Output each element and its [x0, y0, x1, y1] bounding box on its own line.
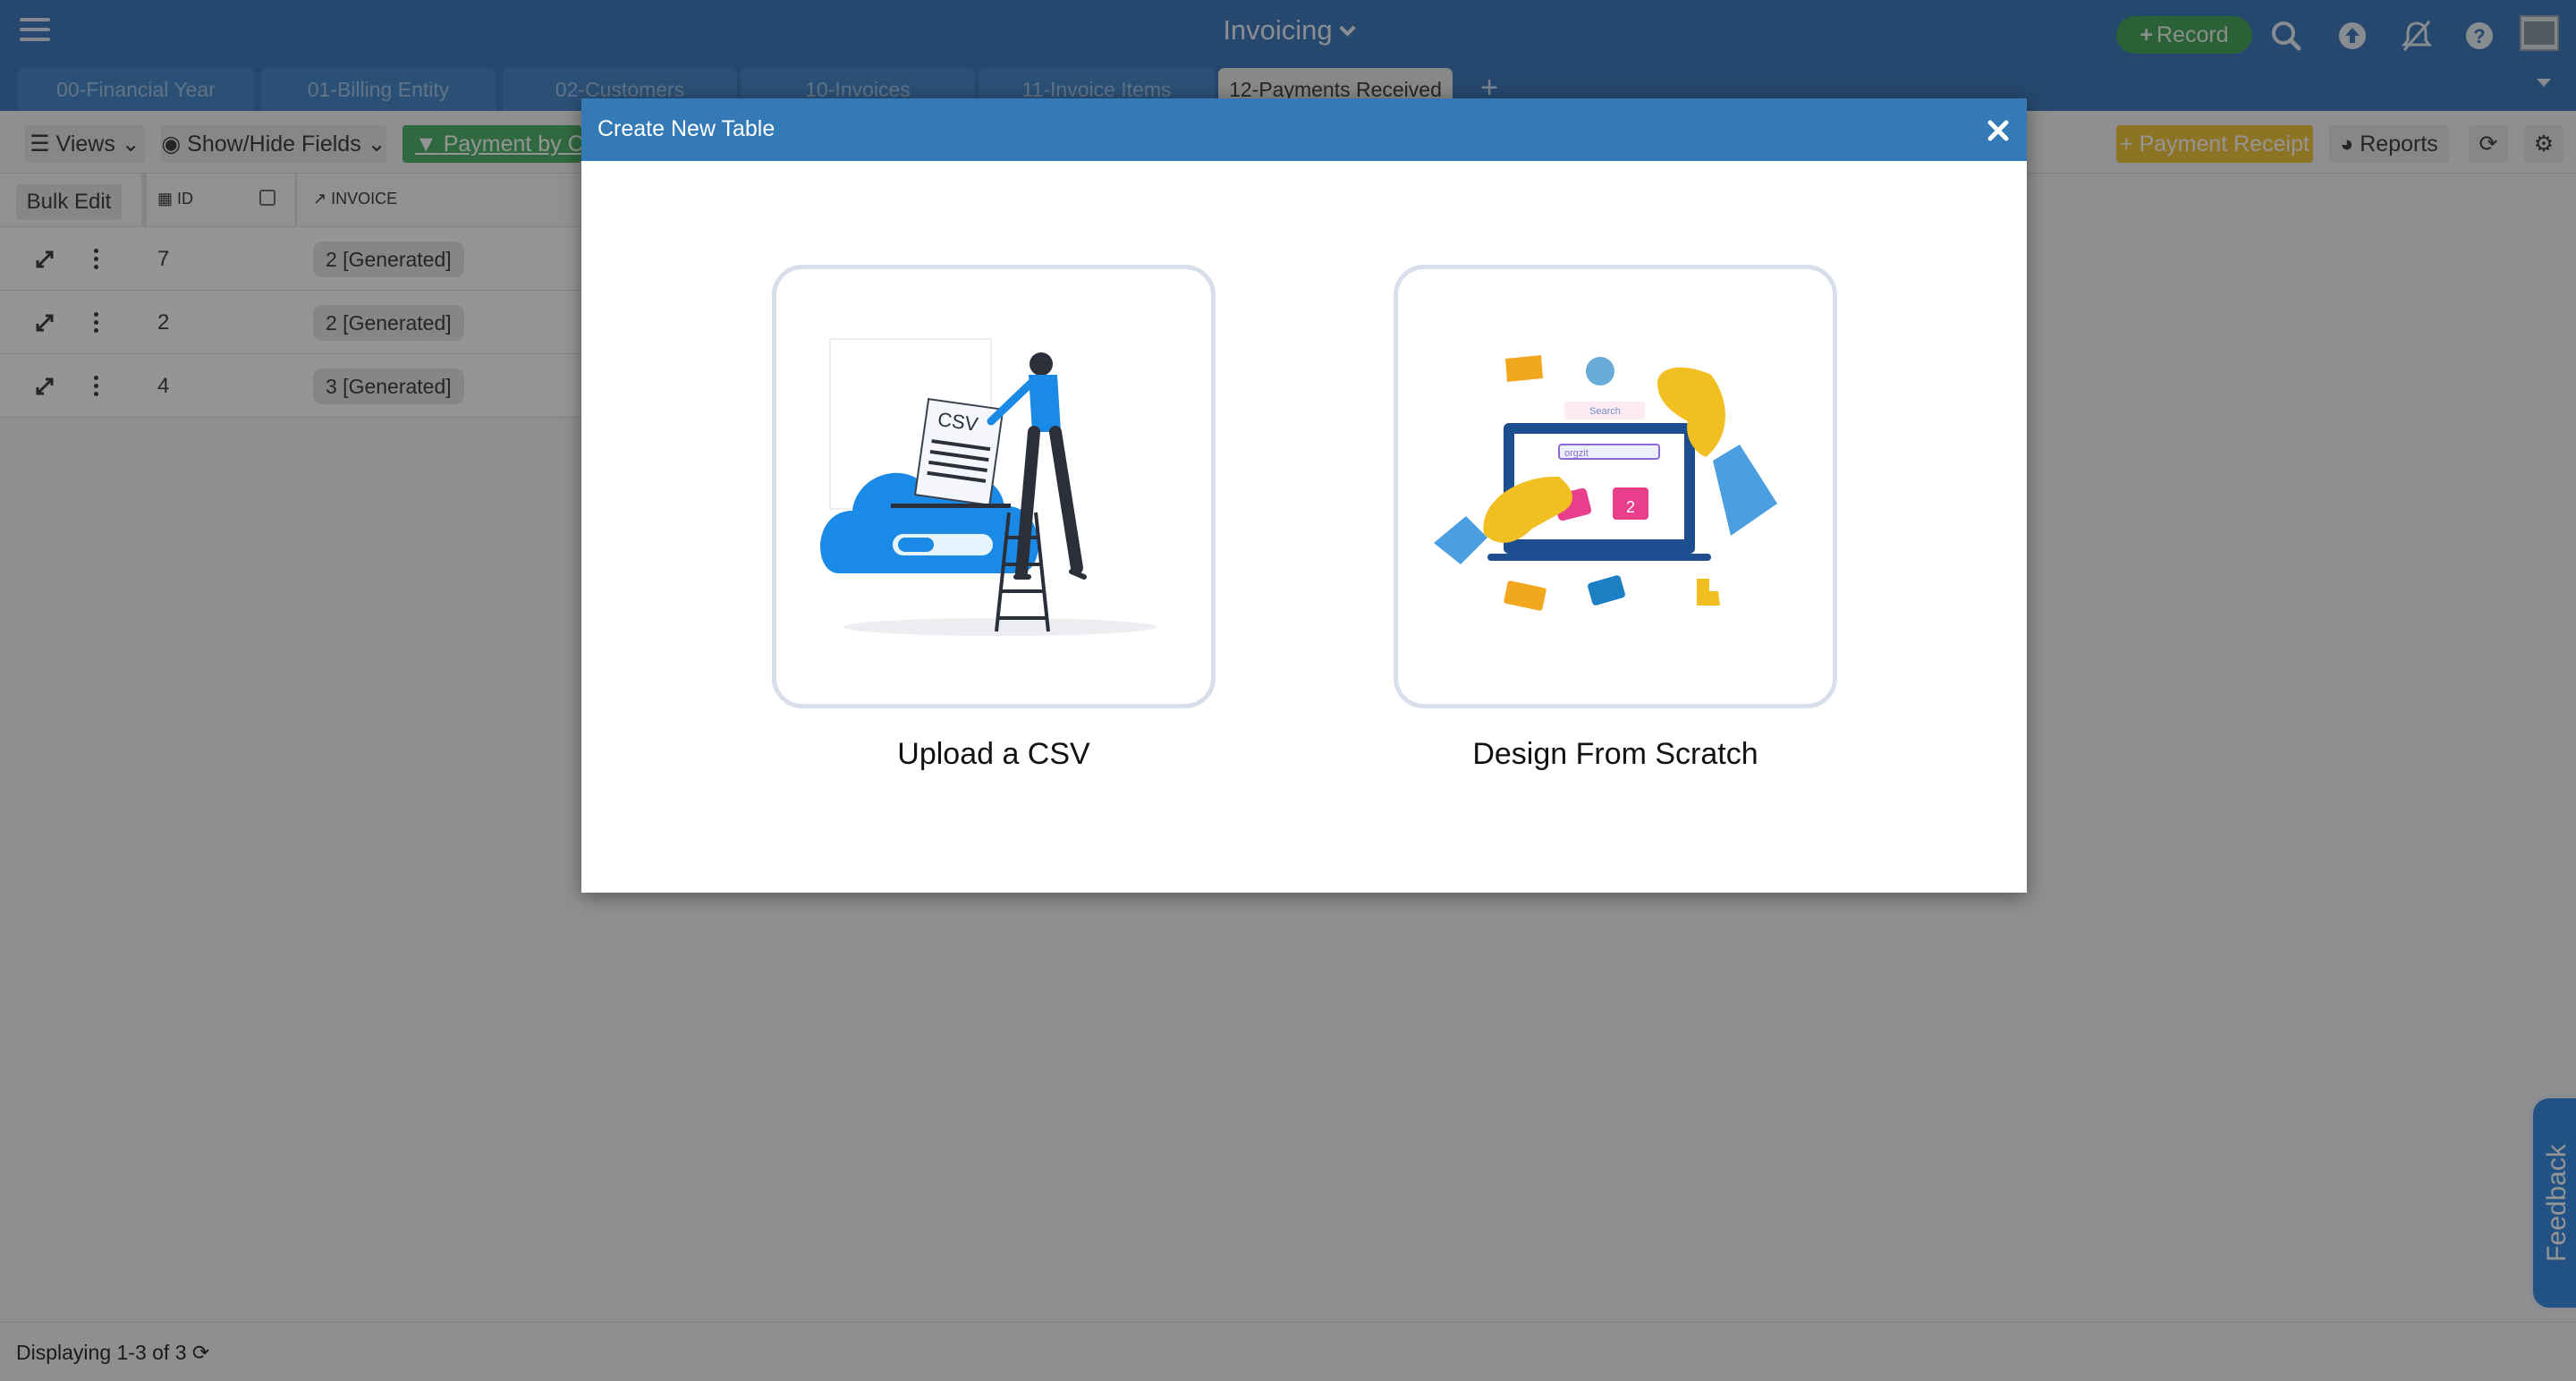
csv-upload-illustration: CSV [820, 338, 1157, 636]
design-from-scratch-card[interactable]: orgzit Search 2 [1394, 265, 1837, 708]
design-scratch-illustration: orgzit Search 2 [1434, 355, 1777, 611]
search-illustration-text: Search [1589, 406, 1621, 417]
modal-header: Create New Table [581, 98, 2027, 161]
upload-csv-label[interactable]: Upload a CSV [725, 737, 1262, 772]
design-from-scratch-label[interactable]: Design From Scratch [1347, 737, 1884, 772]
calendar-illustration-text: 2 [1626, 498, 1635, 516]
upload-csv-card[interactable]: CSV [772, 265, 1216, 708]
brand-illustration-text: orgzit [1564, 448, 1589, 459]
create-table-modal: Create New Table CSV Upload a CSV orgzit… [581, 98, 2027, 893]
close-icon[interactable] [1986, 118, 2011, 143]
modal-title: Create New Table [597, 116, 775, 141]
